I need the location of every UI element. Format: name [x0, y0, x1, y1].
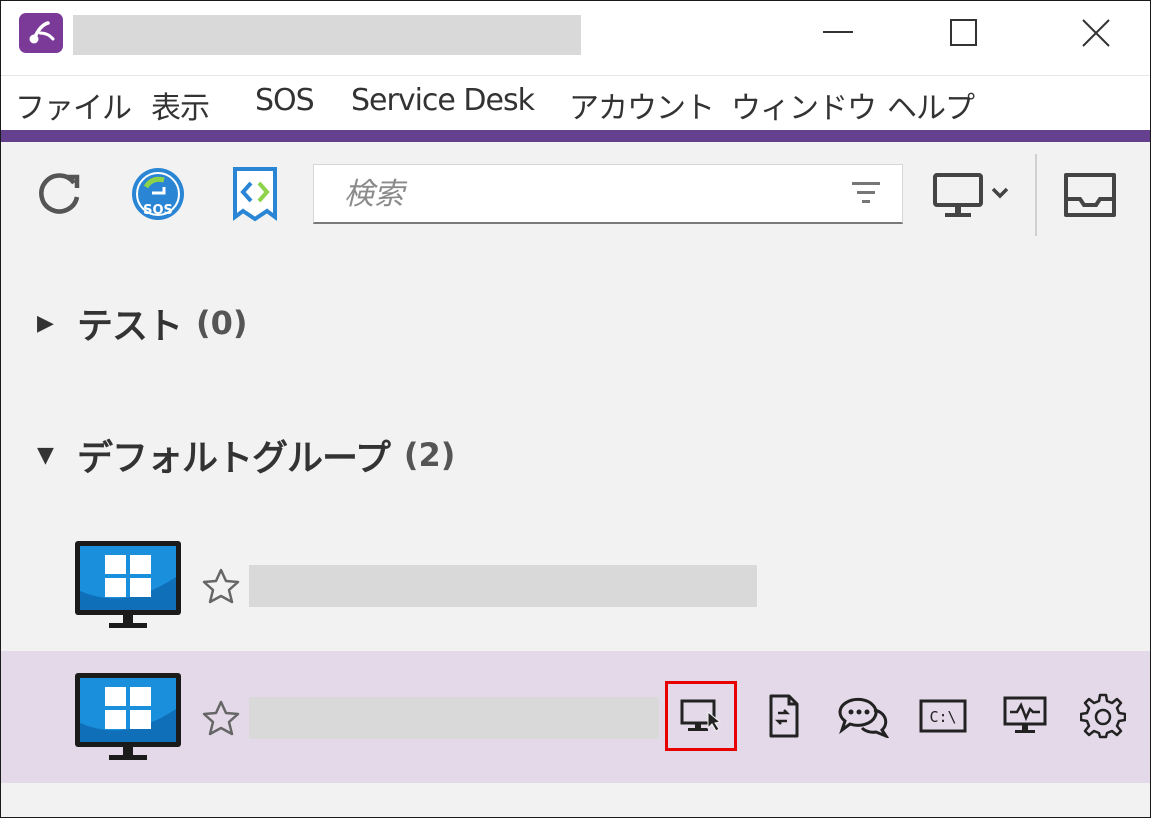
settings-button[interactable]: [1075, 685, 1131, 747]
display-mode-dropdown[interactable]: [929, 168, 1017, 222]
windows-computer-icon: [75, 673, 181, 760]
splashtop-logo-icon: [19, 13, 63, 53]
monitor-chevron-icon: [933, 173, 1009, 217]
minimize-icon: [823, 31, 853, 33]
menu-sos[interactable]: SOS: [255, 83, 315, 118]
inbox-button[interactable]: [1059, 166, 1121, 224]
group-name: デフォルトグループ: [77, 438, 391, 479]
menu-view[interactable]: 表示: [151, 83, 210, 127]
device-row-selected[interactable]: C:\: [1, 651, 1150, 783]
star-icon[interactable]: [201, 567, 241, 605]
group-count: (2): [403, 436, 456, 474]
command-prompt-icon: C:\: [919, 699, 967, 733]
device-row[interactable]: [1, 519, 1150, 651]
inbox-icon: [1064, 173, 1116, 217]
chat-icon: [838, 697, 890, 738]
highlight-box: [665, 681, 737, 751]
remote-code-button[interactable]: [227, 164, 283, 224]
system-monitor-button[interactable]: [997, 685, 1053, 747]
chat-button[interactable]: [833, 685, 893, 747]
sos-badge-text: SOS: [143, 203, 173, 218]
group-count: (0): [196, 304, 248, 342]
refresh-button[interactable]: [31, 166, 87, 222]
toolbar-separator: [1035, 154, 1037, 236]
collapse-arrow-icon: ▶: [37, 310, 54, 336]
menu-bar: ファイル 表示 SOS Service Desk アカウント ウィンドウ ヘルプ: [1, 75, 1150, 131]
accent-bar: [1, 130, 1150, 142]
window-title-redacted: [73, 15, 581, 55]
group-name: テスト: [77, 306, 183, 347]
maximize-icon: [950, 19, 977, 46]
device-name-redacted: [249, 697, 659, 739]
sos-icon: SOS: [132, 168, 184, 220]
title-bar: [1, 1, 1150, 75]
filter-icon[interactable]: [852, 180, 880, 206]
search-input[interactable]: [342, 173, 826, 215]
search-box: [313, 164, 903, 224]
file-transfer-button[interactable]: [757, 685, 809, 747]
menu-window[interactable]: ウィンドウ: [731, 83, 877, 127]
command-prompt-button[interactable]: C:\: [915, 685, 971, 747]
star-icon[interactable]: [201, 699, 241, 737]
file-transfer-icon: [769, 694, 799, 738]
sos-button[interactable]: SOS: [129, 164, 187, 224]
toolbar: SOS: [1, 142, 1150, 242]
maximize-button[interactable]: [937, 11, 991, 55]
group-default[interactable]: ▼ デフォルトグループ (2): [37, 429, 455, 481]
menu-file[interactable]: ファイル: [15, 83, 132, 127]
gear-icon: [1080, 693, 1126, 739]
remote-code-icon: [233, 167, 277, 222]
windows-computer-icon: [75, 541, 181, 628]
app-window: ファイル 表示 SOS Service Desk アカウント ウィンドウ ヘルプ…: [0, 0, 1151, 818]
menu-service-desk[interactable]: Service Desk: [351, 83, 535, 118]
cmd-label: C:\: [929, 708, 956, 726]
device-name-redacted: [249, 565, 757, 607]
menu-help[interactable]: ヘルプ: [887, 83, 975, 127]
system-monitor-icon: [1003, 696, 1047, 733]
menu-account[interactable]: アカウント: [569, 83, 715, 127]
close-button[interactable]: [1069, 11, 1123, 55]
group-test[interactable]: ▶ テスト (0): [37, 297, 248, 349]
expand-arrow-icon: ▼: [37, 442, 54, 468]
close-icon: [1082, 19, 1110, 47]
minimize-button[interactable]: [811, 11, 865, 55]
refresh-icon: [39, 173, 80, 214]
